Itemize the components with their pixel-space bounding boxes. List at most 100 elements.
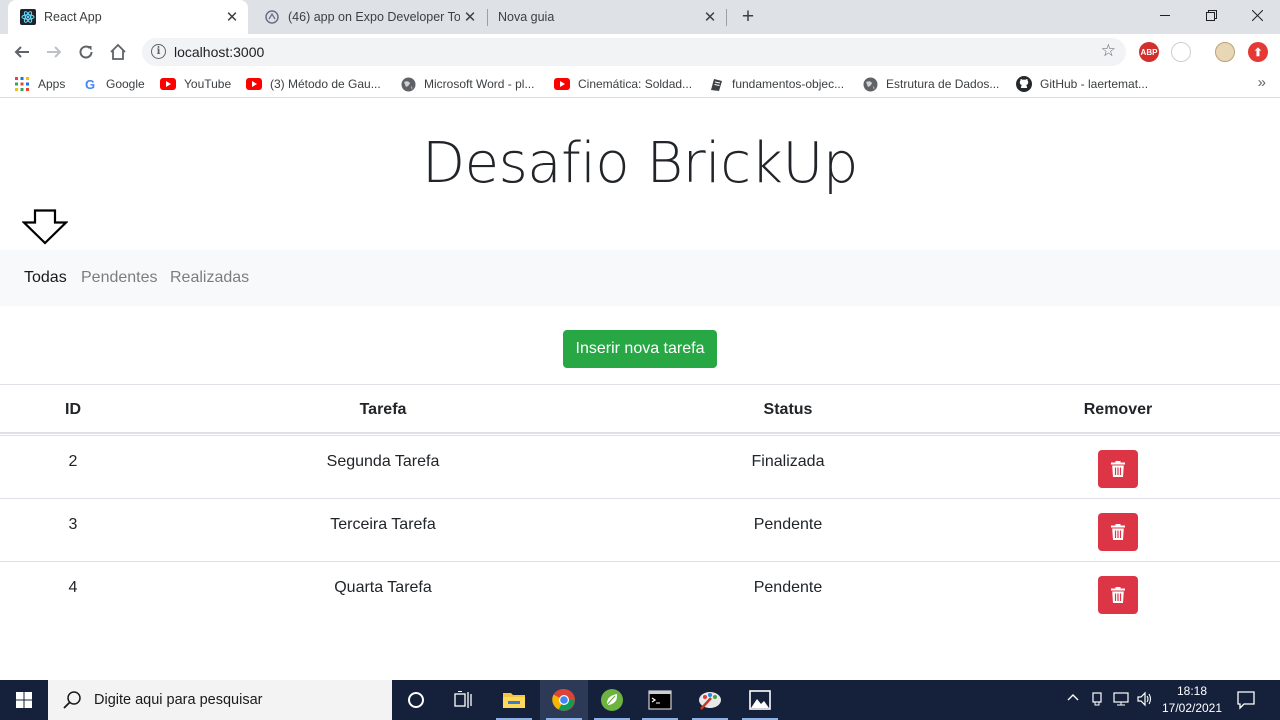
cortana-circle-icon — [408, 692, 424, 708]
youtube-icon — [246, 76, 262, 92]
apps-grid-icon — [14, 76, 30, 92]
close-tab-icon[interactable]: ✕ — [222, 7, 242, 27]
browser-tab-strip: React App ✕ (46) app on Expo Developer T… — [0, 0, 1280, 34]
header-status: Status — [763, 401, 813, 418]
new-tab-button[interactable]: + — [736, 5, 760, 29]
address-bar[interactable]: i localhost:3000 ☆ — [142, 38, 1126, 66]
delete-task-button[interactable] — [1098, 576, 1138, 614]
expo-icon — [264, 9, 280, 25]
nav-link-todas[interactable]: Todas — [24, 269, 67, 287]
tab-react-app[interactable]: React App ✕ — [8, 0, 248, 34]
info-icon[interactable]: i — [151, 44, 166, 59]
arrow-down-icon[interactable] — [22, 209, 68, 245]
forward-button[interactable] — [40, 38, 68, 66]
bookmarks-bar: Apps G Google YouTube (3) Método de Gau.… — [0, 70, 1280, 98]
close-icon — [1251, 9, 1263, 21]
task-view-icon — [454, 691, 472, 708]
notification-icon[interactable] — [1236, 690, 1256, 715]
url-text[interactable]: localhost:3000 — [174, 44, 264, 60]
chevron-up-icon[interactable] — [1066, 691, 1080, 708]
bookmark-label: Microsoft Word - pl... — [424, 77, 535, 91]
task-id: 4 — [68, 579, 78, 596]
arrow-left-icon — [14, 46, 29, 58]
minimize-button[interactable] — [1142, 0, 1188, 30]
tab-nova-guia[interactable]: Nova guia ✕ — [488, 0, 726, 34]
photos-button[interactable] — [736, 680, 784, 720]
bookmark-youtube[interactable]: YouTube — [160, 75, 231, 93]
paint-palette-icon — [699, 692, 721, 710]
extension-icon[interactable] — [1171, 42, 1191, 62]
close-window-button[interactable] — [1234, 0, 1280, 30]
usb-icon[interactable] — [1090, 691, 1104, 710]
chevron-double-right-icon[interactable]: » — [1258, 74, 1266, 91]
header-remove: Remover — [1083, 401, 1153, 418]
paint-button[interactable] — [686, 680, 734, 720]
bookmark-label: GitHub - laertemat... — [1040, 77, 1149, 91]
taskbar-search[interactable]: Digite aqui para pesquisar — [48, 680, 392, 720]
reload-icon — [79, 45, 93, 59]
table-header-row: ID Tarefa Status Remover — [0, 384, 1280, 434]
trash-icon — [1111, 461, 1125, 477]
bookmark-label: YouTube — [184, 77, 232, 91]
tab-title: React App — [44, 10, 102, 24]
spring-tool-button[interactable] — [588, 680, 636, 720]
delete-task-button[interactable] — [1098, 513, 1138, 551]
terminal-button[interactable] — [636, 680, 684, 720]
bookmark-estrutura-dados[interactable]: Estrutura de Dados... — [862, 75, 999, 93]
profile-avatar[interactable] — [1215, 42, 1235, 62]
delete-task-button[interactable] — [1098, 450, 1138, 488]
cortana-button[interactable] — [392, 680, 440, 720]
close-tab-icon[interactable]: ✕ — [460, 7, 480, 27]
tab-separator — [726, 9, 727, 26]
search-icon — [63, 691, 81, 709]
bookmark-apps[interactable]: Apps — [14, 75, 65, 93]
volume-icon[interactable] — [1136, 691, 1154, 710]
github-icon — [1016, 76, 1032, 92]
network-icon[interactable] — [1112, 691, 1130, 710]
taskbar-clock[interactable]: 18:18 17/02/2021 — [1160, 683, 1224, 717]
bookmark-label: fundamentos-objec... — [732, 77, 845, 91]
insert-task-button[interactable]: Inserir nova tarefa — [563, 330, 717, 368]
bookmark-github[interactable]: GitHub - laertemat... — [1016, 75, 1148, 93]
photos-icon — [749, 690, 771, 710]
arrow-right-icon — [47, 46, 62, 58]
windows-taskbar: Digite aqui para pesquisar 18:18 17/02/2… — [0, 680, 1280, 720]
trash-icon — [1111, 587, 1125, 603]
bookmark-microsoft-word[interactable]: Microsoft Word - pl... — [400, 75, 534, 93]
globe-icon — [400, 76, 416, 92]
restore-button[interactable] — [1188, 0, 1234, 30]
start-button[interactable] — [0, 680, 48, 720]
reload-button[interactable] — [72, 38, 100, 66]
back-button[interactable] — [8, 38, 36, 66]
task-status: Pendente — [753, 516, 823, 533]
bookmark-label: (3) Método de Gau... — [270, 77, 381, 91]
restore-icon — [1205, 9, 1217, 21]
youtube-icon — [160, 76, 176, 92]
adblock-plus-icon[interactable]: ABP — [1139, 42, 1159, 62]
bookmark-metodo-gauss[interactable]: (3) Método de Gau... — [246, 75, 381, 93]
task-name: Segunda Tarefa — [326, 453, 440, 470]
table-row: 2 Segunda Tarefa Finalizada — [0, 435, 1280, 498]
close-tab-icon[interactable]: ✕ — [700, 7, 720, 27]
file-explorer-button[interactable] — [490, 680, 538, 720]
google-icon: G — [84, 76, 96, 92]
bookmark-fundamentos[interactable]: fundamentos-objec... — [708, 75, 844, 93]
bookmark-google[interactable]: G Google — [82, 75, 145, 93]
task-view-button[interactable] — [440, 680, 488, 720]
filter-navbar: Todas Pendentes Realizadas — [0, 250, 1280, 306]
tab-expo[interactable]: (46) app on Expo Developer Tools ✕ — [252, 0, 486, 34]
task-id: 2 — [68, 453, 78, 470]
youtube-icon — [554, 76, 570, 92]
nav-link-pendentes[interactable]: Pendentes — [81, 269, 158, 287]
home-button[interactable] — [104, 38, 132, 66]
extension-red-icon[interactable]: ⬆ — [1248, 42, 1268, 62]
task-id: 3 — [68, 516, 78, 533]
search-placeholder: Digite aqui para pesquisar — [94, 692, 263, 708]
windows-logo-icon — [16, 692, 32, 708]
chrome-button[interactable] — [540, 680, 588, 720]
bookmark-star-icon[interactable]: ☆ — [1101, 41, 1116, 61]
bookmark-cinematica[interactable]: Cinemática: Soldad... — [554, 75, 692, 93]
globe-icon — [862, 76, 878, 92]
nav-link-realizadas[interactable]: Realizadas — [170, 269, 249, 287]
table-row: 3 Terceira Tarefa Pendente — [0, 498, 1280, 561]
